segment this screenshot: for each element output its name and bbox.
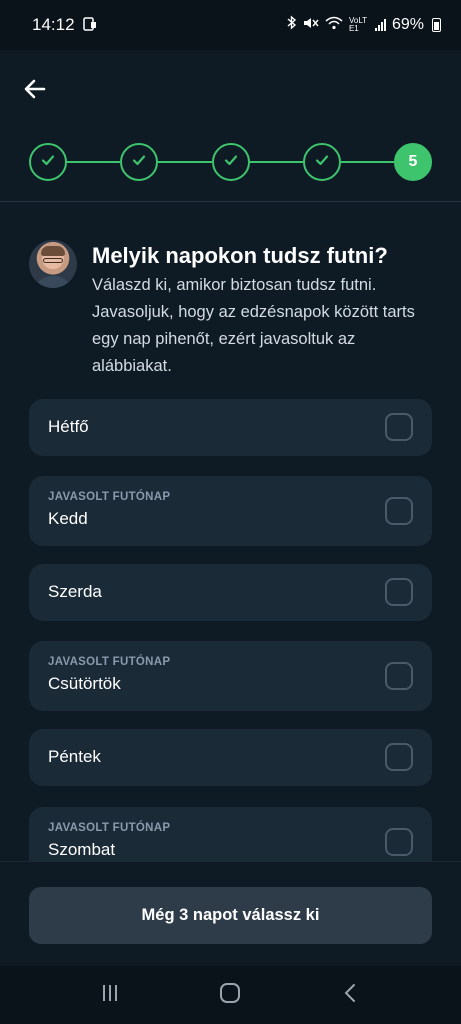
wifi-icon bbox=[325, 16, 343, 35]
day-checkbox[interactable] bbox=[385, 413, 413, 441]
progress-stepper: 5 bbox=[29, 143, 432, 181]
battery-icon bbox=[432, 18, 441, 32]
battery-text: 69% bbox=[391, 16, 424, 33]
day-option-friday[interactable]: Péntek bbox=[29, 729, 432, 786]
day-checkbox[interactable] bbox=[385, 578, 413, 606]
header: 5 bbox=[0, 50, 461, 202]
step-connector bbox=[250, 161, 303, 163]
day-option-monday[interactable]: Hétfő bbox=[29, 399, 432, 456]
status-bar: 14:12 VoLTE1 69% bbox=[0, 0, 461, 50]
day-checkbox[interactable] bbox=[385, 497, 413, 525]
step-connector bbox=[67, 161, 120, 163]
recent-apps-icon bbox=[100, 983, 120, 1008]
day-checkbox[interactable] bbox=[385, 828, 413, 856]
suggested-tag: JAVASOLT FUTÓNAP bbox=[48, 491, 171, 503]
step-1-completed bbox=[29, 143, 67, 181]
step-4-completed bbox=[303, 143, 341, 181]
day-list: Hétfő JAVASOLT FUTÓNAP Kedd Szerda JAVAS… bbox=[29, 399, 432, 861]
recent-apps-button[interactable] bbox=[90, 975, 130, 1015]
suggested-tag: JAVASOLT FUTÓNAP bbox=[48, 822, 171, 834]
bluetooth-icon bbox=[286, 15, 297, 35]
step-number: 5 bbox=[408, 153, 418, 170]
system-navigation-bar bbox=[0, 966, 461, 1024]
signal-icon bbox=[374, 19, 386, 31]
day-label: Péntek bbox=[48, 747, 101, 766]
day-label: Csütörtök bbox=[48, 674, 121, 693]
day-label: Kedd bbox=[48, 509, 88, 528]
mute-icon bbox=[303, 16, 319, 35]
day-label: Szombat bbox=[48, 840, 116, 859]
back-button[interactable] bbox=[18, 74, 52, 108]
continue-button[interactable]: Még 3 napot válassz ki bbox=[29, 887, 432, 944]
system-back-button[interactable] bbox=[331, 975, 371, 1015]
step-2-completed bbox=[120, 143, 158, 181]
step-3-completed bbox=[212, 143, 250, 181]
day-option-saturday[interactable]: JAVASOLT FUTÓNAP Szombat bbox=[29, 807, 432, 861]
status-time: 14:12 bbox=[32, 15, 75, 34]
network-label: VoLTE1 bbox=[348, 16, 368, 33]
checkmark-icon bbox=[223, 152, 239, 173]
coach-avatar bbox=[29, 240, 77, 288]
arrow-left-icon bbox=[23, 77, 47, 106]
checkmark-icon bbox=[314, 152, 330, 173]
step-connector bbox=[158, 161, 212, 163]
suggested-tag: JAVASOLT FUTÓNAP bbox=[48, 656, 171, 668]
home-button[interactable] bbox=[210, 975, 250, 1015]
step-5-current: 5 bbox=[394, 143, 432, 181]
day-option-wednesday[interactable]: Szerda bbox=[29, 564, 432, 621]
page-title: Melyik napokon tudsz futni? bbox=[92, 243, 388, 268]
home-icon bbox=[219, 982, 241, 1009]
checkmark-icon bbox=[40, 152, 56, 173]
page-description: Válaszd ki, amikor biztosan tudsz futni.… bbox=[92, 276, 415, 375]
bottom-action-area: Még 3 napot válassz ki bbox=[0, 861, 461, 966]
checkmark-icon bbox=[131, 152, 147, 173]
day-label: Hétfő bbox=[48, 417, 89, 436]
step-connector bbox=[341, 161, 394, 163]
day-checkbox[interactable] bbox=[385, 743, 413, 771]
day-checkbox[interactable] bbox=[385, 662, 413, 690]
day-option-thursday[interactable]: JAVASOLT FUTÓNAP Csütörtök bbox=[29, 641, 432, 711]
day-option-tuesday[interactable]: JAVASOLT FUTÓNAP Kedd bbox=[29, 476, 432, 546]
notification-icon bbox=[82, 16, 97, 34]
day-label: Szerda bbox=[48, 582, 102, 601]
chevron-left-icon bbox=[341, 983, 361, 1008]
